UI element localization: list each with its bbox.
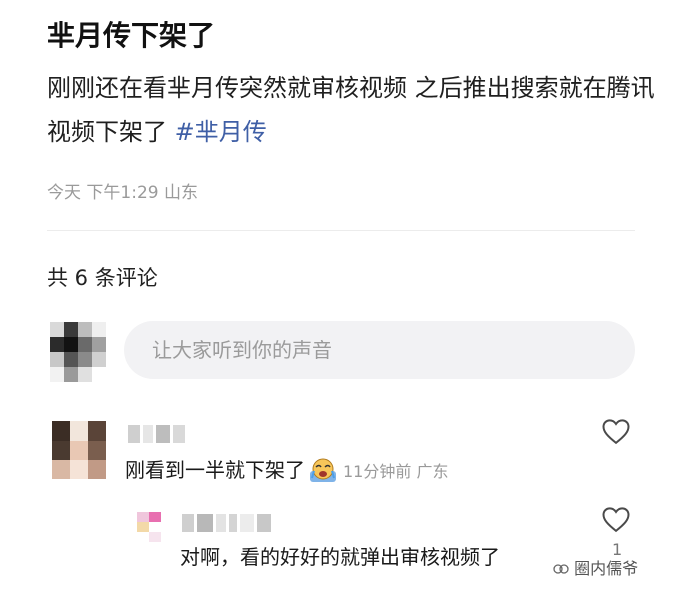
reply-like-heart-icon[interactable] (601, 505, 631, 537)
post-title: 芈月传下架了 (47, 19, 216, 52)
hashtag-link[interactable]: #芈月传 (175, 118, 267, 146)
watermark-logo-icon (553, 559, 574, 578)
divider (47, 230, 635, 231)
commenter-avatar[interactable] (52, 421, 106, 479)
comment-item: 刚看到一半就下架了 11分钟前 广东 (125, 454, 448, 488)
comment-input[interactable]: 让大家听到你的声音 (124, 321, 635, 379)
comment-input-placeholder: 让大家听到你的声音 (152, 338, 332, 362)
commenter-name[interactable] (128, 425, 185, 443)
comments-count: 共 6 条评论 (47, 266, 158, 290)
replier-avatar[interactable] (137, 512, 161, 542)
watermark-text: 圈内儒爷 (574, 559, 639, 578)
current-user-avatar[interactable] (50, 322, 106, 382)
post-body: 刚刚还在看芈月传突然就审核视频 之后推出搜索就在腾讯视频下架了 #芈月传 (47, 66, 657, 154)
comment-meta: 11分钟前 广东 (343, 462, 449, 481)
comment-text: 刚看到一半就下架了 (125, 458, 305, 482)
crying-face-icon (309, 457, 337, 488)
like-heart-icon[interactable] (601, 417, 631, 449)
post-body-text: 刚刚还在看芈月传突然就审核视频 之后推出搜索就在腾讯视频下架了 (47, 74, 655, 146)
replier-name[interactable] (182, 514, 271, 532)
watermark: 圈内儒爷 (553, 555, 638, 579)
reply-text: 对啊，看的好好的就弹出审核视频了 (180, 545, 500, 569)
post-meta: 今天 下午1:29 山东 (47, 183, 198, 203)
